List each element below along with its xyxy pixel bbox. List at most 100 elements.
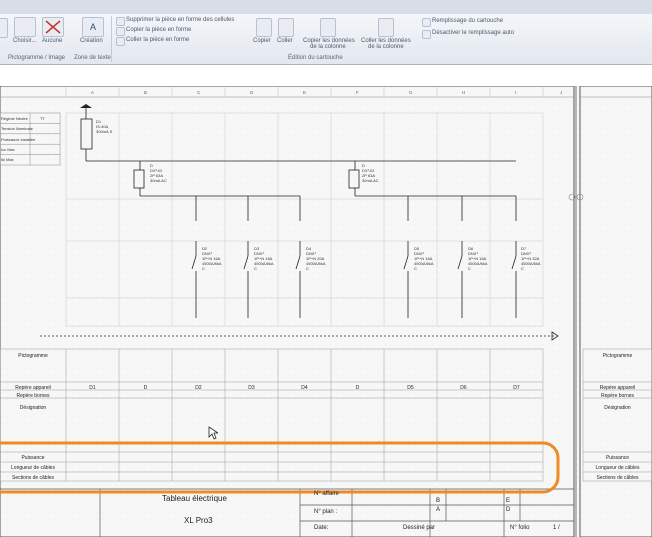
mouse-cursor-icon [208,426,218,440]
column-label: B [144,90,148,95]
column-label: G [409,90,413,95]
column-label: E [303,90,307,95]
aucune-image-icon[interactable] [42,17,64,37]
breaker-d3-label[interactable]: D3 DNX³ 1P+N 16A 4500A/6kA C [254,246,274,271]
breaker-spec: 300mA S [96,129,113,134]
column-label: J [560,90,563,95]
breaker-spec: C [414,266,417,271]
breaker-d4-label[interactable]: D4 DNX³ 1P+N 20A 4500A/6kA C [306,246,326,271]
titleblock-folio-value[interactable]: 1 / [553,525,560,531]
repere-cell[interactable]: D [331,385,384,391]
row-label-longueur-2: Longueur de câbles [595,465,640,471]
column-label: F [356,90,359,95]
copier-donnees-label-2: de la colonne [310,44,346,50]
copier-donnees-icon[interactable] [320,18,336,37]
row-label-designation-2: Désignation [604,405,631,411]
titleblock-rev-b: B [436,498,441,504]
choisir-button[interactable]: Choisir... [13,38,36,44]
column-label: C [197,90,201,95]
copier-button[interactable]: Copier [253,38,271,44]
creation-icon[interactable]: A [82,17,104,37]
breaker-d5-label[interactable]: D5 DNX³ 1P+N 16A 4500A/6kA C [414,246,434,271]
info-label: Ikl Max [1,157,14,162]
row-label-pictogramme: Pictogramme [18,353,48,359]
repere-cell[interactable]: D2 [172,385,225,391]
titleblock-date-label: Date: [314,525,329,531]
info-label: Tension Nominale [1,126,33,131]
window-titlebar [0,0,652,14]
titleblock-affaire-label: N° affaire [314,491,339,497]
aucune-button[interactable]: Aucune [42,38,62,44]
copier-icon[interactable] [256,18,272,37]
column-label: I [515,90,517,95]
titleblock-title[interactable]: Tableau électrique [162,494,227,503]
row-label-repere-appareil: Repère appareil [15,385,51,391]
coller-icon[interactable] [278,18,294,37]
supprimer-icon[interactable] [116,17,125,26]
column-label: H [462,90,466,95]
breaker-d2-label[interactable]: D2 DNX³ 1P+N 16A 4500A/6kA C [202,246,222,271]
repere-cell[interactable]: D7 [490,385,543,391]
picto-icon[interactable] [0,18,8,38]
remplissage-button[interactable]: Remplissage du cartouche [432,18,503,24]
repere-cell[interactable]: D [119,385,172,391]
titleblock-rev-a: A [436,507,441,513]
coller-piece-icon[interactable] [116,37,125,46]
breaker-diff1-label[interactable]: D DX³-ID 2P 63A 30mA AC [150,163,167,183]
breaker-spec: 30mA AC [150,178,167,183]
row-label-sections-2: Sections de câbles [596,475,639,481]
titleblock-plan-label: N° plan : [314,509,338,515]
breaker-main-label[interactable]: D1 IS-40A 300mA S [96,119,112,134]
breaker-d6-label[interactable]: D6 DNX³ 1P+N 16A 4500A/6kA C [468,246,488,271]
separator [111,16,112,62]
copier-piece-icon[interactable] [116,27,125,36]
row-label-sections: Sections de câbles [12,475,54,481]
schematic-canvas [0,86,652,537]
row-label-longueur: Longueur de câbles [11,465,55,471]
breaker-d7-label[interactable]: D7 DNX³ 1P+N 32A 4500A/6kA C [521,246,541,271]
breaker-spec: C [306,266,309,271]
titleblock-rev-d: D [506,507,511,513]
row-label-puissance-2: Puissance [605,455,630,461]
desactiver-icon[interactable] [422,30,431,39]
breaker-spec: C [521,266,524,271]
breaker-spec: C [202,266,205,271]
repere-cell[interactable]: D5 [384,385,437,391]
group-picto-label: Pictogramme / Image [8,55,66,61]
breaker-spec: C [468,266,471,271]
creation-button[interactable]: Création [80,38,103,44]
breaker-spec: 30mA AC [362,178,379,183]
info-label: Régime Neutre [1,116,28,121]
row-label-repere-bornes: Repère bornes [16,393,50,399]
group-zone-label: Zone de texte [74,55,111,61]
row-label-designation: Désignation [19,405,47,411]
repere-cell[interactable]: D6 [437,385,490,391]
choisir-image-icon[interactable] [14,17,36,37]
row-label-puissance: Puissance [21,455,45,461]
titleblock-folio-label: N° folio [510,525,530,531]
desactiver-button[interactable]: Désactiver le remplissage auto [432,30,514,36]
copier-piece-button[interactable]: Copier la pièce en forme [126,27,191,33]
coller-donnees-icon[interactable] [378,18,394,37]
info-value: TT [40,116,45,121]
info-label: Icc Max [1,147,15,152]
row-label-repere-appareil-2: Repère appareil [599,385,636,391]
titleblock-dessine-label: Dessiné par [403,525,436,531]
breaker-diff2-label[interactable]: D DX³-ID 2P 63A 30mA AC [362,163,379,183]
repere-cell[interactable]: D3 [225,385,278,391]
column-label: A [91,90,95,95]
coller-piece-button[interactable]: Coller la pièce en forme [126,37,189,43]
repere-cell[interactable]: D4 [278,385,331,391]
titleblock-subtitle[interactable]: XL Pro3 [184,516,213,525]
group-edition-label: Édition du cartouche [288,55,343,61]
row-label-pictogramme-2: Pictogramme [602,353,633,359]
column-label: D [250,90,254,95]
repere-cell[interactable]: D1 [66,385,119,391]
info-label: Puissance installée [1,137,36,142]
breaker-spec: C [254,266,257,271]
supprimer-button[interactable]: Supprimer la pièce en forme des cellules [126,17,234,23]
row-label-repere-bornes-2: Repère bornes [600,393,635,399]
coller-button[interactable]: Coller [277,38,293,44]
remplissage-icon[interactable] [422,18,431,27]
coller-donnees-label-2: de la colonne [368,44,404,50]
